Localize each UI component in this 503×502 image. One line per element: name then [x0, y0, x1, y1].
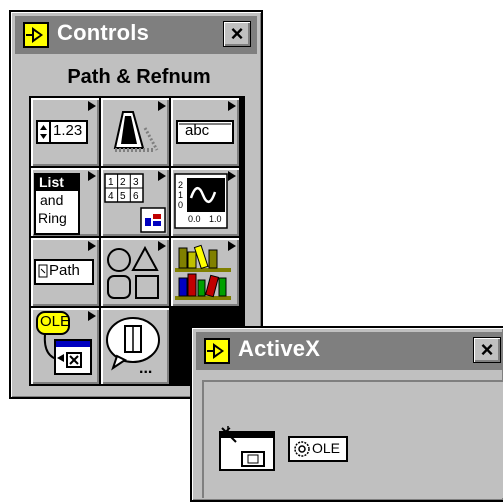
more-ellipsis-text: ... [139, 360, 153, 377]
list-ring-palette-button[interactable]: List and Ring [31, 168, 99, 236]
close-button[interactable]: × [473, 337, 501, 363]
labview-logo-icon[interactable] [204, 338, 230, 364]
window-title: Controls [57, 20, 150, 45]
decorations-palette-button[interactable] [101, 238, 169, 306]
automation-refnum-button[interactable]: OLE [288, 436, 348, 462]
ring-text: Ring [38, 210, 67, 226]
and-text: and [40, 192, 64, 208]
window-title: ActiveX [238, 336, 321, 361]
submenu-arrow-icon [158, 241, 166, 251]
activex-titlebar[interactable]: ActiveX × [196, 332, 503, 370]
submenu-arrow-icon [158, 101, 166, 111]
close-button[interactable]: × [223, 21, 251, 47]
gear-icon [294, 441, 310, 457]
y-tick-0: 0 [178, 200, 184, 210]
array-cluster-palette-button[interactable]: 1 2 3 4 5 6 [101, 168, 169, 236]
submenu-arrow-icon [228, 101, 236, 111]
submenu-arrow-icon [88, 101, 96, 111]
y-tick-2: 2 [178, 180, 184, 190]
svg-text:2: 2 [120, 177, 126, 188]
list-text: List [39, 174, 64, 190]
y-tick-1: 1 [178, 190, 184, 200]
activex-palette-area: OLE [202, 380, 503, 498]
svg-text:3: 3 [133, 177, 139, 188]
palette-name: Path & Refnum [67, 66, 211, 88]
ole-refnum-text: OLE [312, 440, 341, 456]
controls-titlebar[interactable]: Controls × [15, 16, 257, 54]
submenu-arrow-icon [88, 241, 96, 251]
boolean-palette-button[interactable] [101, 98, 169, 166]
numeric-palette-button[interactable]: 1.23 [31, 98, 99, 166]
submenu-arrow-icon [88, 311, 96, 321]
svg-text:1: 1 [108, 177, 114, 188]
graph-palette-button[interactable]: 2 1 0 0.0 1.0 [171, 168, 239, 236]
string-palette-button[interactable]: abc [171, 98, 239, 166]
select-control-palette-button[interactable] [171, 238, 239, 306]
submenu-arrow-icon [158, 171, 166, 181]
numeric-value-text: 1.23 [53, 122, 83, 139]
activex-container-button[interactable] [218, 426, 276, 472]
user-controls-icon [106, 317, 160, 371]
submenu-arrow-icon [228, 171, 236, 181]
x-tick-end: 1.0 [209, 214, 222, 224]
activex-palette-window: ActiveX × OLE [190, 326, 503, 502]
path-value-text: Path [49, 262, 80, 279]
path-refnum-palette-button[interactable]: Path [31, 238, 99, 306]
x-tick-start: 0.0 [188, 214, 201, 224]
svg-text:5: 5 [120, 191, 126, 202]
ole-label-text: OLE [40, 313, 71, 330]
activex-palette-button[interactable]: OLE [31, 308, 99, 384]
user-controls-palette-button[interactable]: ... [101, 308, 169, 384]
activex-container-icon [219, 426, 275, 471]
svg-text:4: 4 [108, 191, 114, 202]
submenu-arrow-icon [228, 241, 236, 251]
submenu-arrow-icon [88, 171, 96, 181]
svg-text:6: 6 [133, 191, 139, 202]
labview-logo-icon[interactable] [23, 22, 49, 48]
string-value-text: abc [185, 122, 210, 139]
